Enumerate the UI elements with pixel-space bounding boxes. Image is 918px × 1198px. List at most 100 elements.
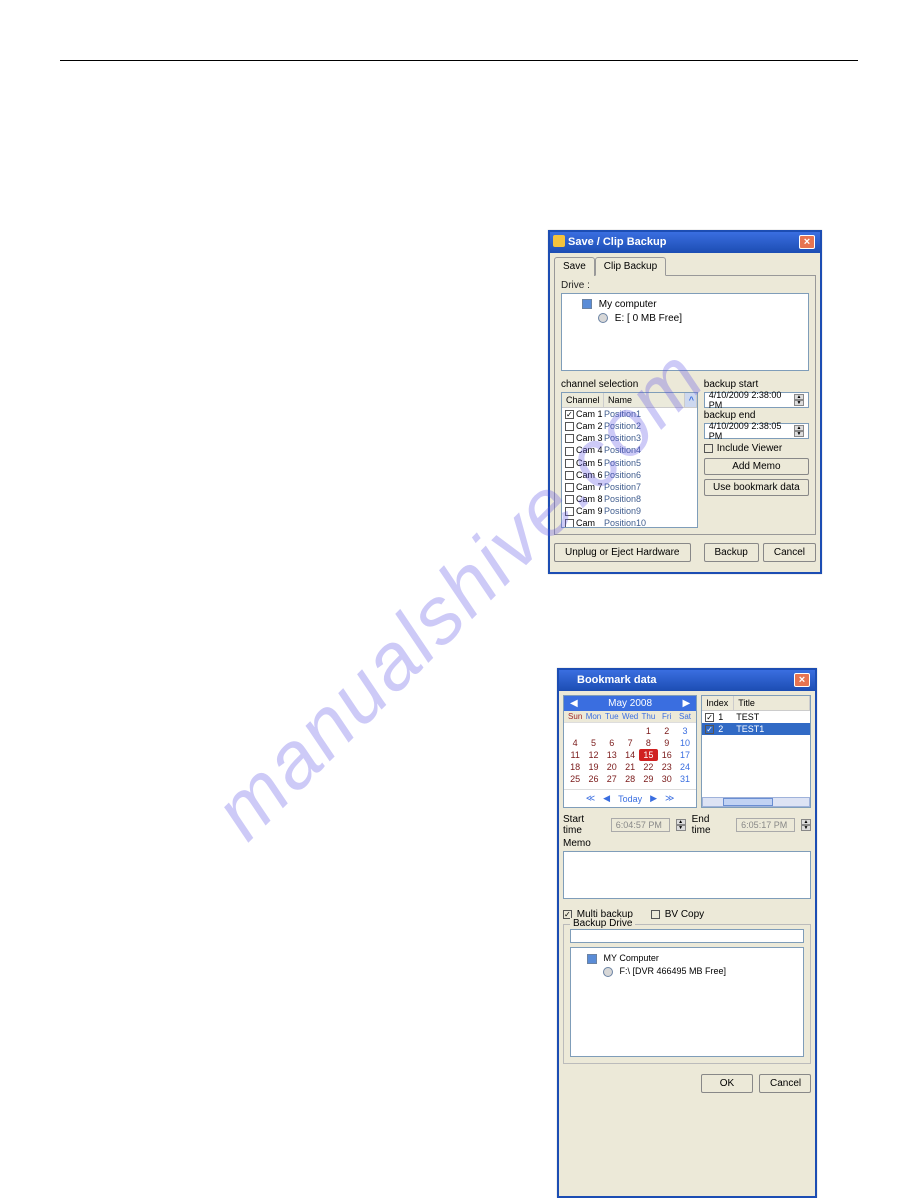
backup-button[interactable]: Backup: [704, 543, 759, 562]
ok-button[interactable]: OK: [701, 1074, 753, 1093]
header-title[interactable]: Title: [734, 696, 810, 710]
header-index[interactable]: Index: [702, 696, 734, 710]
titlebar[interactable]: Bookmark data ×: [559, 670, 815, 691]
unplug-button[interactable]: Unplug or Eject Hardware: [554, 543, 691, 562]
list-item[interactable]: Cam 9Position9: [562, 505, 697, 517]
include-viewer-checkbox[interactable]: Include Viewer: [704, 443, 809, 454]
close-icon[interactable]: ×: [794, 673, 810, 687]
scrollbar-thumb[interactable]: [723, 798, 773, 806]
last-icon[interactable]: ≫: [665, 793, 674, 804]
backup-end-input[interactable]: 4/10/2009 2:38:05 PM ▲▼: [704, 423, 809, 439]
stepper[interactable]: ▲▼: [676, 819, 686, 831]
memo-textarea[interactable]: [563, 851, 811, 899]
today-button[interactable]: Today: [618, 794, 642, 804]
list-item[interactable]: Cam 7Position7: [562, 481, 697, 493]
index-list[interactable]: Index Title 1TEST2TEST1: [701, 695, 811, 808]
bv-copy-checkbox[interactable]: BV Copy: [651, 909, 704, 920]
list-item[interactable]: Cam 2Position2: [562, 420, 697, 432]
checkbox-icon: [565, 471, 574, 480]
calendar-day[interactable]: 2: [658, 725, 676, 737]
cancel-button[interactable]: Cancel: [759, 1074, 811, 1093]
calendar-day[interactable]: 11: [566, 749, 584, 761]
calendar-day[interactable]: 16: [658, 749, 676, 761]
list-item[interactable]: Cam 1Position1: [562, 408, 697, 420]
cancel-button[interactable]: Cancel: [763, 543, 816, 562]
stepper[interactable]: ▲▼: [794, 425, 804, 437]
list-item[interactable]: Cam 5Position5: [562, 457, 697, 469]
use-bookmark-button[interactable]: Use bookmark data: [704, 479, 809, 496]
list-item[interactable]: Cam 8Position8: [562, 493, 697, 505]
next-icon[interactable]: ▶: [650, 793, 657, 804]
list-item[interactable]: 2TEST1: [702, 723, 810, 735]
backup-start-input[interactable]: 4/10/2009 2:38:00 PM ▲▼: [704, 392, 809, 408]
tree-node-drive[interactable]: F:\ [DVR 466495 MB Free]: [577, 965, 797, 978]
calendar-day[interactable]: 9: [658, 737, 676, 749]
calendar-day[interactable]: 3: [676, 725, 694, 737]
calendar-day[interactable]: 12: [584, 749, 602, 761]
calendar-day[interactable]: 8: [639, 737, 657, 749]
calendar-day[interactable]: 5: [584, 737, 602, 749]
list-item[interactable]: Cam 3Position3: [562, 432, 697, 444]
tree-node-root[interactable]: My computer: [568, 298, 802, 312]
calendar-day[interactable]: 19: [584, 761, 602, 773]
calendar-day[interactable]: 26: [584, 773, 602, 785]
drive-label: Drive :: [561, 280, 809, 291]
scroll-up-icon[interactable]: ^: [685, 393, 697, 407]
calendar-grid[interactable]: 1234567891011121314151617181920212223242…: [564, 723, 696, 789]
end-time-input[interactable]: 6:05:17 PM: [736, 818, 795, 832]
first-icon[interactable]: ≪: [586, 793, 595, 804]
day-header: Thu: [639, 712, 657, 721]
calendar-day[interactable]: 27: [603, 773, 621, 785]
list-item[interactable]: 1TEST: [702, 711, 810, 723]
calendar-day[interactable]: 22: [639, 761, 657, 773]
prev-month-icon[interactable]: ◀: [570, 698, 578, 709]
calendar-day[interactable]: 21: [621, 761, 639, 773]
calendar-day[interactable]: 14: [621, 749, 639, 761]
tree-node-root[interactable]: MY Computer: [577, 952, 797, 965]
calendar-day[interactable]: 28: [621, 773, 639, 785]
calendar-day[interactable]: 15: [639, 749, 657, 761]
close-icon[interactable]: ×: [799, 235, 815, 249]
channel-selection-label: channel selection: [561, 379, 698, 390]
next-month-icon[interactable]: ▶: [683, 698, 691, 709]
prev-icon[interactable]: ◀: [603, 793, 610, 804]
calendar-day[interactable]: 29: [639, 773, 657, 785]
drive-tree[interactable]: My computer E: [ 0 MB Free]: [561, 293, 809, 371]
header-channel[interactable]: Channel: [562, 393, 604, 407]
calendar-day[interactable]: 25: [566, 773, 584, 785]
checkbox-icon: [565, 434, 574, 443]
calendar-day[interactable]: 6: [603, 737, 621, 749]
list-item[interactable]: Cam 10Position10: [562, 517, 697, 528]
drive-tree[interactable]: MY Computer F:\ [DVR 466495 MB Free]: [570, 947, 804, 1057]
calendar-day[interactable]: 7: [621, 737, 639, 749]
tab-save[interactable]: Save: [554, 257, 595, 276]
horizontal-scrollbar[interactable]: [702, 797, 810, 807]
tab-clip-backup[interactable]: Clip Backup: [595, 257, 666, 276]
calendar-day[interactable]: 31: [676, 773, 694, 785]
channel-list[interactable]: Channel Name ^ Cam 1Position1Cam 2Positi…: [561, 392, 698, 528]
calendar-day[interactable]: 30: [658, 773, 676, 785]
calendar-day[interactable]: 13: [603, 749, 621, 761]
list-item[interactable]: Cam 4Position4: [562, 444, 697, 456]
start-time-input[interactable]: 6:04:57 PM: [611, 818, 670, 832]
titlebar[interactable]: Save / Clip Backup ×: [550, 232, 820, 253]
calendar-day[interactable]: 1: [639, 725, 657, 737]
checkbox-icon: [565, 507, 574, 516]
list-item[interactable]: Cam 6Position6: [562, 469, 697, 481]
calendar-day[interactable]: 18: [566, 761, 584, 773]
calendar-day[interactable]: 4: [566, 737, 584, 749]
stepper[interactable]: ▲▼: [794, 394, 804, 406]
calendar-day[interactable]: 23: [658, 761, 676, 773]
header-name[interactable]: Name: [604, 393, 685, 407]
calendar-day-headers: SunMonTueWedThuFriSat: [564, 711, 696, 723]
calendar-day[interactable]: 20: [603, 761, 621, 773]
drive-select[interactable]: [570, 929, 804, 943]
calendar-day[interactable]: 17: [676, 749, 694, 761]
calendar-day[interactable]: 10: [676, 737, 694, 749]
tree-node-drive[interactable]: E: [ 0 MB Free]: [568, 312, 802, 326]
add-memo-button[interactable]: Add Memo: [704, 458, 809, 475]
dialog-title: Save / Clip Backup: [568, 236, 666, 248]
stepper[interactable]: ▲▼: [801, 819, 811, 831]
calendar[interactable]: ◀ May 2008 ▶ SunMonTueWedThuFriSat 12345…: [563, 695, 697, 808]
calendar-day[interactable]: 24: [676, 761, 694, 773]
